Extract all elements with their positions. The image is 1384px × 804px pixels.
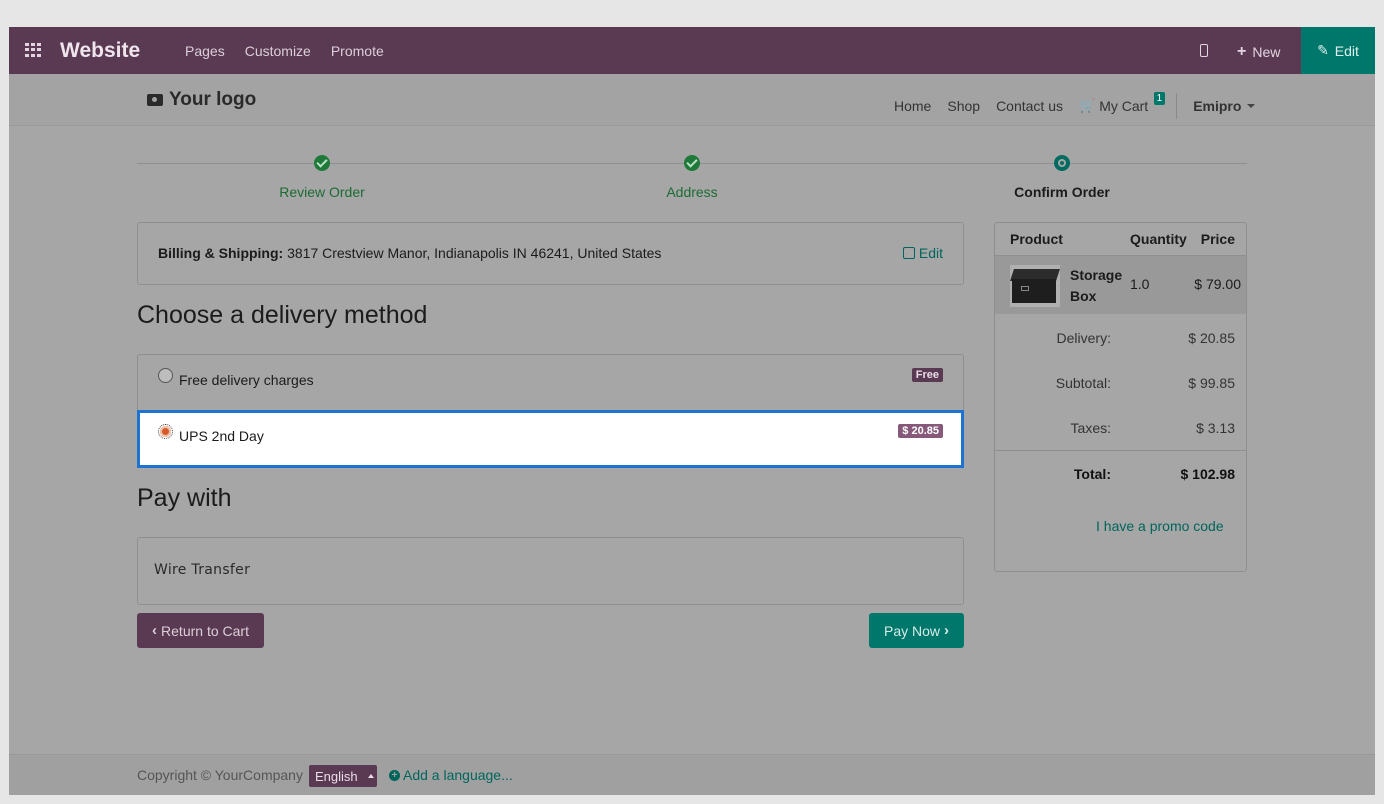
chevron-right-icon: › — [944, 622, 950, 639]
nav-contact[interactable]: Contact us — [996, 98, 1063, 114]
pay-with-heading: Pay with — [137, 484, 232, 512]
add-language-label: Add a language... — [403, 767, 513, 783]
language-label: English — [315, 768, 358, 784]
new-button[interactable]: + New — [1237, 43, 1280, 61]
delivery-option-free[interactable]: Free delivery charges Free — [137, 354, 964, 410]
delivery-cost-label: Delivery: — [1056, 330, 1111, 346]
billing-shipping-card: Billing & Shipping: 3817 Crestview Manor… — [137, 222, 964, 285]
table-row: Storage Box 1.0 $ 79.00 — [995, 256, 1246, 314]
delivery-heading: Choose a delivery method — [137, 301, 428, 329]
col-price: Price — [1200, 231, 1235, 247]
apps-menu-icon[interactable] — [25, 43, 41, 57]
edit-icon — [902, 247, 915, 259]
check-icon — [314, 155, 330, 171]
delivery-cost: $ 20.85 — [1188, 330, 1235, 346]
copyright: Copyright © YourCompany — [137, 767, 303, 783]
step-review-order[interactable]: Review Order — [279, 184, 365, 200]
delivery-options: Free delivery charges Free UPS 2nd Day $… — [137, 354, 964, 468]
cart-icon: 🛒 — [1079, 98, 1096, 113]
product-price: $ 79.00 — [1194, 276, 1241, 292]
app-brand[interactable]: Website — [60, 39, 140, 63]
edit-label: Edit — [1334, 42, 1359, 59]
cart-count-badge: 1 — [1153, 92, 1166, 105]
admin-nav: Pages Customize Promote — [185, 43, 384, 59]
col-product: Product — [1010, 231, 1063, 247]
promo-code-link[interactable]: I have a promo code — [1096, 518, 1224, 534]
product-quantity: 1.0 — [1130, 276, 1150, 292]
pay-label: Pay Now — [883, 622, 941, 639]
order-summary: Product Quantity Price Storage Box 1.0 $… — [994, 222, 1247, 572]
user-name: Emipro — [1193, 98, 1242, 114]
chevron-left-icon: ‹ — [152, 622, 158, 639]
mobile-preview-icon[interactable] — [1200, 44, 1208, 57]
return-to-cart-button[interactable]: ‹ Return to Cart — [137, 613, 264, 648]
plus-circle-icon: + — [389, 769, 400, 781]
payment-method-name: Wire Transfer — [154, 562, 251, 578]
site-logo[interactable]: Your logo — [147, 89, 256, 111]
radio-ups-2nd-day[interactable] — [158, 424, 173, 439]
total-value: $ 102.98 — [1180, 466, 1236, 482]
total-divider — [995, 450, 1246, 451]
language-selector[interactable]: English — [309, 765, 377, 787]
caret-up-icon — [367, 774, 374, 778]
subtotal-label: Subtotal: — [1055, 375, 1111, 391]
delivery-label-free: Free delivery charges — [179, 372, 314, 388]
price-badge-ups: $ 20.85 — [898, 424, 943, 438]
edit-address-link[interactable]: Edit — [902, 245, 943, 261]
product-name[interactable]: Storage Box — [1070, 265, 1125, 307]
billing-address: Billing & Shipping: 3817 Crestview Manor… — [158, 245, 661, 261]
payment-method-card[interactable]: Wire Transfer — [137, 537, 964, 605]
return-label: Return to Cart — [161, 622, 249, 639]
edit-address-label: Edit — [918, 245, 943, 261]
nav-pages[interactable]: Pages — [185, 43, 225, 59]
billing-label: Billing & Shipping: — [158, 245, 284, 261]
plus-icon: + — [1237, 43, 1247, 60]
logo-text: Your logo — [169, 89, 257, 110]
price-badge-free: Free — [911, 368, 943, 382]
taxes-label: Taxes: — [1070, 420, 1111, 436]
pay-now-button[interactable]: Pay Now › — [869, 613, 964, 648]
total-label: Total: — [1073, 466, 1111, 482]
add-language-link[interactable]: + Add a language... — [389, 767, 513, 783]
col-quantity: Quantity — [1130, 231, 1187, 247]
nav-home[interactable]: Home — [894, 98, 931, 114]
site-header: Your logo Home Shop Contact us 🛒 My Cart… — [9, 74, 1375, 126]
admin-topbar: Website Pages Customize Promote + New ✎ … — [9, 27, 1375, 74]
subtotal-value: $ 99.85 — [1188, 375, 1235, 391]
nav-promote[interactable]: Promote — [331, 43, 384, 59]
taxes-value: $ 3.13 — [1196, 420, 1235, 436]
new-label: New — [1252, 44, 1281, 60]
check-icon — [684, 155, 700, 171]
camera-icon — [147, 94, 163, 106]
step-address[interactable]: Address — [666, 184, 717, 200]
billing-address-value: 3817 Crestview Manor, Indianapolis IN 46… — [287, 245, 662, 261]
caret-down-icon — [1247, 104, 1256, 108]
main-nav: Home Shop Contact us 🛒 My Cart 1 Emipro — [894, 92, 1256, 119]
browser-viewport: Website Pages Customize Promote + New ✎ … — [9, 27, 1375, 795]
site-footer: Copyright © YourCompany English + Add a … — [9, 754, 1375, 795]
delivery-label-ups: UPS 2nd Day — [179, 428, 264, 444]
nav-shop[interactable]: Shop — [947, 98, 980, 114]
nav-cart[interactable]: 🛒 My Cart 1 — [1079, 92, 1166, 114]
nav-customize[interactable]: Customize — [245, 43, 311, 59]
cart-label: My Cart — [1099, 98, 1149, 114]
step-confirm-order: Confirm Order — [1014, 184, 1110, 200]
pencil-icon: ✎ — [1317, 42, 1329, 58]
edit-page-button[interactable]: ✎ Edit — [1301, 27, 1375, 74]
radio-free-delivery[interactable] — [158, 368, 173, 383]
current-step-icon — [1054, 155, 1070, 171]
product-image[interactable] — [1010, 265, 1060, 307]
user-menu[interactable]: Emipro — [1193, 98, 1256, 114]
delivery-option-ups[interactable]: UPS 2nd Day $ 20.85 — [137, 410, 964, 468]
nav-divider — [1176, 93, 1178, 119]
